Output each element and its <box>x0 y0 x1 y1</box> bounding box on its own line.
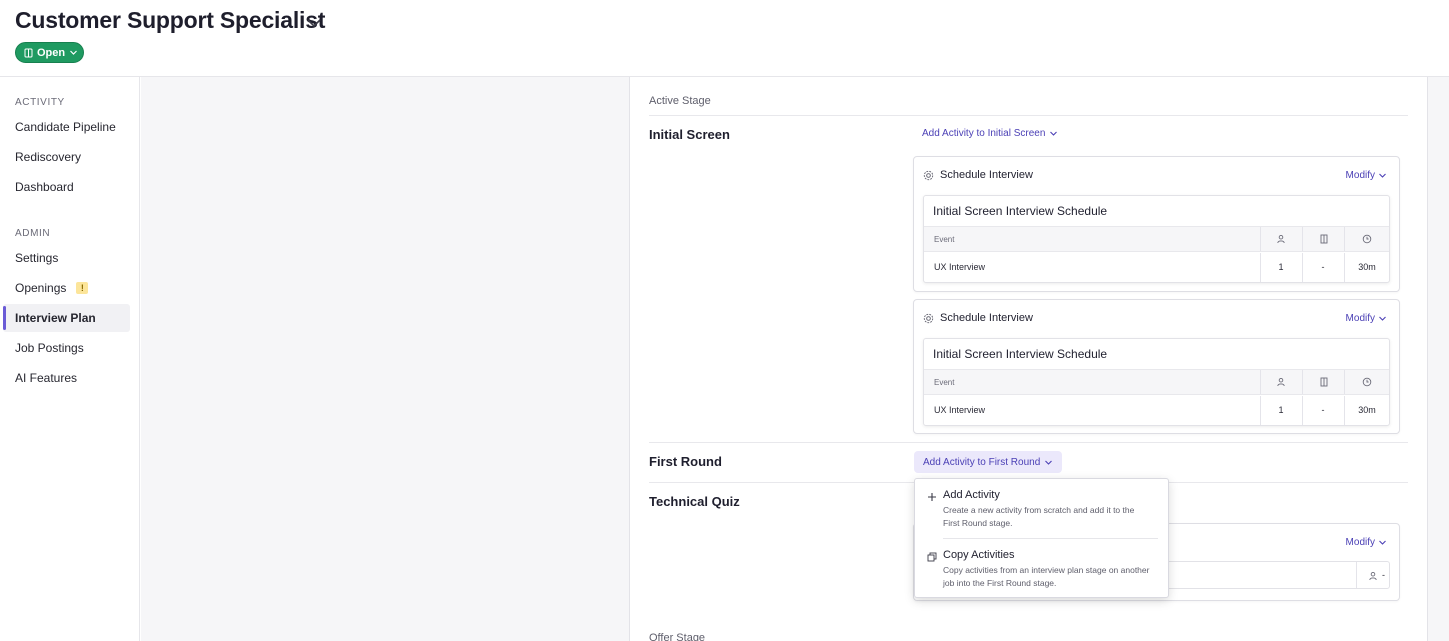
assignee-value: - <box>1382 570 1385 580</box>
column-divider <box>1260 370 1261 394</box>
room-icon <box>1320 234 1328 244</box>
sidebar-item-job-postings[interactable]: Job Postings <box>3 334 130 362</box>
column-divider <box>1356 562 1357 588</box>
modify-label: Modify <box>1345 537 1375 548</box>
copy-icon <box>927 552 937 562</box>
interview-schedule: Initial Screen Interview Schedule Event … <box>923 338 1390 426</box>
job-icon <box>24 48 33 57</box>
add-activity-label: Add Activity to First Round <box>923 456 1041 468</box>
event-name: UX Interview <box>934 262 986 272</box>
modify-label: Modify <box>1345 170 1375 181</box>
modify-label: Modify <box>1345 313 1375 324</box>
column-divider <box>1344 253 1345 282</box>
interviewer-count: 1 <box>1278 405 1284 415</box>
schedule-table-header: Event <box>924 369 1389 395</box>
column-divider <box>1344 396 1345 425</box>
event-name: UX Interview <box>934 405 986 415</box>
stage-name-technical-quiz: Technical Quiz <box>649 494 740 509</box>
person-icon <box>1277 377 1285 387</box>
room-icon <box>1320 377 1328 387</box>
divider <box>649 115 1408 116</box>
add-activity-first-round-button[interactable]: Add Activity to First Round <box>914 451 1063 473</box>
modify-button[interactable]: Modify <box>1346 170 1387 181</box>
room-value: - <box>1321 262 1325 272</box>
schedule-table-header: Event <box>924 226 1389 252</box>
sidebar-item-openings[interactable]: Openings ! <box>3 274 130 302</box>
add-activity-initial-screen-button[interactable]: Add Activity to Initial Screen <box>922 128 1058 139</box>
person-icon <box>1277 234 1285 244</box>
column-divider <box>1302 227 1303 251</box>
warning-badge: ! <box>76 282 89 294</box>
offer-stage-label: Offer Stage <box>649 632 706 641</box>
add-activity-dropdown: Add Activity Create a new activity from … <box>914 478 1169 598</box>
stage-name-initial-screen: Initial Screen <box>649 127 730 142</box>
chevron-down-icon <box>1045 460 1053 465</box>
clock-icon <box>1362 234 1372 244</box>
sidebar: ACTIVITY Candidate Pipeline Rediscovery … <box>0 77 140 641</box>
activity-type: Schedule Interview <box>940 169 1033 181</box>
menu-item-label: Copy Activities <box>943 549 1015 561</box>
sidebar-item-ai-features[interactable]: AI Features <box>3 364 130 392</box>
room-value: - <box>1321 405 1325 415</box>
job-title[interactable]: Customer Support Specialist <box>15 7 325 34</box>
chevron-down-icon <box>1379 540 1386 545</box>
sidebar-item-settings[interactable]: Settings <box>3 244 130 272</box>
menu-divider <box>943 538 1158 539</box>
card-header: Schedule Interview <box>923 312 1033 324</box>
activity-type: Schedule Interview <box>940 312 1033 324</box>
chevron-down-icon[interactable] <box>305 14 323 32</box>
status-button[interactable]: Open <box>15 42 84 63</box>
menu-item-description: Copy activities from an interview plan s… <box>943 565 1150 588</box>
column-divider <box>1302 370 1303 394</box>
duration-value: 30m <box>1358 262 1376 272</box>
interview-schedule: Initial Screen Interview Schedule Event … <box>923 195 1390 283</box>
sidebar-item-candidate-pipeline[interactable]: Candidate Pipeline <box>3 113 130 141</box>
activity-section-heading: ACTIVITY <box>15 97 65 108</box>
column-event: Event <box>934 235 955 244</box>
clock-icon <box>1362 377 1372 387</box>
table-row[interactable]: UX Interview 1 - 30m <box>924 253 1389 282</box>
column-divider <box>1344 227 1345 251</box>
sidebar-item-rediscovery[interactable]: Rediscovery <box>3 143 130 171</box>
menu-item-copy-activities[interactable]: Copy Activities Copy activities from an … <box>927 549 1157 593</box>
modify-button[interactable]: Modify <box>1346 537 1387 548</box>
divider <box>649 442 1408 443</box>
admin-section-heading: ADMIN <box>15 228 51 239</box>
activity-card: Schedule Interview Modify Initial Screen… <box>913 299 1400 434</box>
menu-item-add-activity[interactable]: Add Activity Create a new activity from … <box>927 489 1157 537</box>
plus-icon <box>928 493 936 501</box>
chevron-down-icon <box>1379 316 1386 321</box>
chevron-down-icon <box>70 50 78 55</box>
table-row[interactable]: UX Interview 1 - 30m <box>924 396 1389 425</box>
status-label: Open <box>37 46 66 59</box>
stage-name-first-round: First Round <box>649 454 722 469</box>
sidebar-item-dashboard[interactable]: Dashboard <box>3 173 130 201</box>
active-stage-label: Active Stage <box>649 95 711 107</box>
person-icon <box>1369 571 1377 581</box>
chevron-down-icon <box>1050 131 1058 136</box>
column-divider <box>1344 370 1345 394</box>
schedule-title: Initial Screen Interview Schedule <box>933 347 1108 361</box>
activity-card: Schedule Interview Modify Initial Screen… <box>913 156 1400 292</box>
column-divider <box>1260 227 1261 251</box>
schedule-title: Initial Screen Interview Schedule <box>933 204 1108 218</box>
page-header: Customer Support Specialist Open <box>0 0 1449 77</box>
gear-icon <box>923 313 934 323</box>
sidebar-item-interview-plan[interactable]: Interview Plan <box>3 304 130 332</box>
menu-item-label: Add Activity <box>943 489 1000 501</box>
duration-value: 30m <box>1358 405 1376 415</box>
card-header: Schedule Interview <box>923 169 1033 181</box>
column-event: Event <box>934 378 955 387</box>
sidebar-item-label: Openings <box>15 281 67 295</box>
gear-icon <box>923 170 934 180</box>
add-activity-label: Add Activity to Initial Screen <box>922 128 1046 139</box>
menu-item-description: Create a new activity from scratch and a… <box>943 505 1135 528</box>
interviewer-count: 1 <box>1278 262 1284 272</box>
chevron-down-icon <box>1379 173 1386 178</box>
modify-button[interactable]: Modify <box>1346 313 1387 324</box>
